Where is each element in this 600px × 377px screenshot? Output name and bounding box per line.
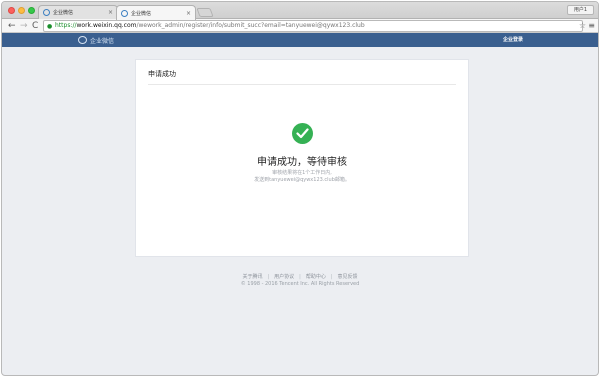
success-headline: 申请成功，等待审核 <box>257 157 347 168</box>
success-card: 申请成功 申请成功，等待审核 审核结果将在1个工作日内, 发送到tanyuewe… <box>135 59 469 257</box>
new-tab-button[interactable] <box>196 8 214 17</box>
success-check-icon <box>292 123 313 144</box>
footer-link-feedback[interactable]: 意见反馈 <box>338 274 358 280</box>
address-bar[interactable]: ● https://work.weixin.qq.com/wework_admi… <box>43 20 583 32</box>
footer-separator: | <box>330 274 333 280</box>
bookmark-star-icon[interactable]: ☆ <box>579 21 586 30</box>
footer-separator: | <box>267 274 270 280</box>
footer-separator: | <box>299 274 301 280</box>
divider <box>148 84 456 85</box>
back-arrow-icon[interactable]: ← <box>8 21 16 31</box>
tab-1[interactable]: 企业微信 × <box>38 5 118 19</box>
browser-window: 企业微信 × 企业微信 × 用户1 ← → C ● https://work.w… <box>1 1 599 376</box>
card-title: 申请成功 <box>148 70 176 78</box>
email-notice: 发送到tanyuewei@qywx123.club邮箱。 <box>254 177 350 183</box>
forward-arrow-icon[interactable]: → <box>20 21 28 31</box>
wework-favicon-icon <box>121 9 128 17</box>
tab-strip: 企业微信 × 企业微信 × 用户1 <box>2 2 598 20</box>
url-scheme: https:// <box>55 22 77 29</box>
maximize-window-button[interactable] <box>28 7 35 14</box>
minimize-window-button[interactable] <box>18 7 25 14</box>
copyright: © 1998 - 2016 Tencent Inc. All Rights Re… <box>240 281 360 287</box>
browser-toolbar: ← → C ● https://work.weixin.qq.com/wewor… <box>2 19 598 33</box>
footer-link-terms[interactable]: 用户协议 <box>274 274 294 280</box>
footer-links: 关于腾讯 | 用户协议 | 帮助中心 | 意见反馈 <box>2 273 598 280</box>
logo-text: 企业微信 <box>90 37 115 45</box>
footer-link-help[interactable]: 帮助中心 <box>306 274 326 280</box>
tab-close-icon[interactable]: × <box>108 9 113 16</box>
lock-icon: ● <box>47 23 53 30</box>
url-path: /wework_admin/register/info/submit_succ?… <box>136 22 365 29</box>
url-host: work.weixin.qq.com <box>76 22 137 29</box>
reload-icon[interactable]: C <box>32 21 38 31</box>
footer-link-about[interactable]: 关于腾讯 <box>242 274 262 280</box>
wework-favicon-icon <box>43 9 50 16</box>
enterprise-login-link[interactable]: 企业登录 <box>503 36 523 43</box>
tab-close-icon[interactable]: × <box>186 10 191 17</box>
profile-button[interactable]: 用户1 <box>566 5 594 15</box>
checkmark-icon <box>296 128 309 139</box>
tab-label: 企业微信 <box>131 10 152 17</box>
browser-menu-icon[interactable]: ≡ <box>588 21 595 30</box>
close-window-button[interactable] <box>8 7 15 14</box>
review-notice: 审核结果将在1个工作日内, <box>272 170 332 176</box>
site-logo[interactable]: 企业微信 <box>78 35 114 45</box>
tab-2-active[interactable]: 企业微信 × <box>116 5 196 20</box>
wework-logo-icon <box>78 36 87 44</box>
tab-label: 企业微信 <box>53 10 74 16</box>
site-header: 企业微信 企业登录 <box>2 33 598 47</box>
